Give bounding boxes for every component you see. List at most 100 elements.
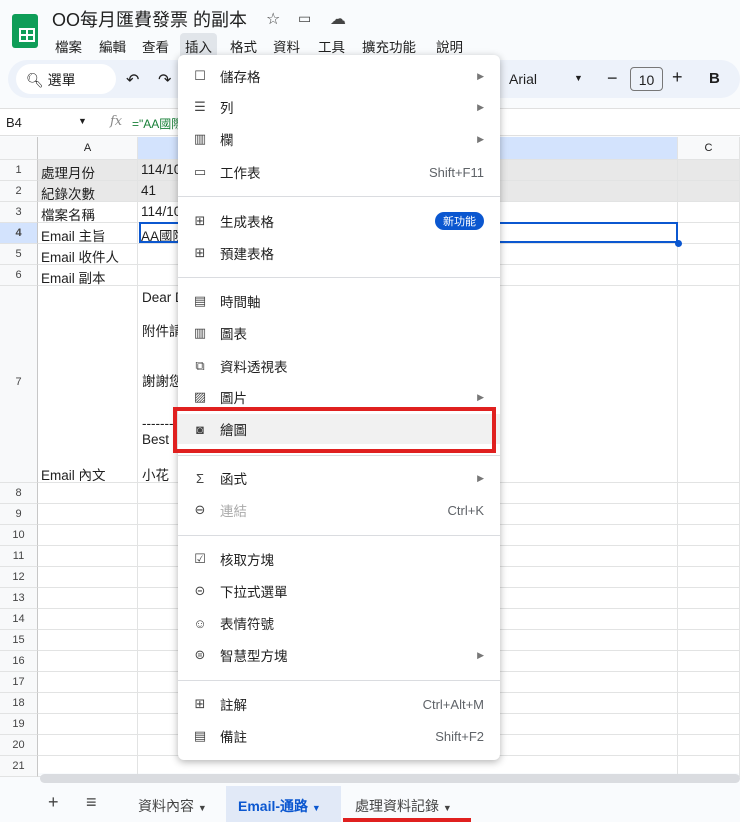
row-header[interactable]: 14 (0, 609, 38, 630)
cell-c[interactable] (678, 202, 740, 223)
menu-item-pivot[interactable]: ⧉ 資料透視表 (178, 351, 500, 381)
cell-a[interactable]: 檔案名稱 (38, 202, 138, 223)
font-dropdown-icon[interactable]: ▼ (574, 73, 583, 83)
decrease-font-button[interactable]: − (607, 68, 618, 89)
cell-c[interactable] (678, 181, 740, 202)
menu-search[interactable]: 🔍︎ 選單 (16, 64, 116, 94)
cloud-status-icon[interactable]: ☁ (330, 9, 346, 29)
cell-c[interactable] (678, 567, 740, 588)
column-header-a[interactable]: A (38, 137, 138, 160)
cell-a[interactable]: Email 收件人 (38, 244, 138, 265)
row-header[interactable]: 20 (0, 735, 38, 756)
menu-item-emoji[interactable]: ☺ 表情符號 (178, 608, 500, 638)
row-header[interactable]: 1 (0, 160, 38, 181)
menu-item-timeline[interactable]: ▤ 時間軸 (178, 286, 500, 316)
cell-a[interactable]: 紀錄次數 (38, 181, 138, 202)
document-title[interactable]: OO每月匯費發票 的副本 (52, 6, 247, 32)
menu-item-generate-table[interactable]: ⊞ 生成表格 新功能 (178, 206, 500, 236)
bold-button[interactable]: B (709, 70, 720, 87)
cell-a[interactable] (38, 525, 138, 546)
cell-a[interactable] (38, 693, 138, 714)
cell-a[interactable] (38, 630, 138, 651)
cell-c[interactable] (678, 546, 740, 567)
sheets-logo[interactable] (12, 14, 38, 48)
cell-c[interactable] (678, 714, 740, 735)
cell-c[interactable] (678, 651, 740, 672)
cell-c[interactable] (678, 483, 740, 504)
row-header[interactable]: 3 (0, 202, 38, 223)
menu-file[interactable]: 檔案 (50, 33, 87, 59)
cell-c[interactable] (678, 223, 740, 244)
cell-a[interactable] (38, 504, 138, 525)
cell-c[interactable] (678, 672, 740, 693)
cell-c[interactable] (678, 286, 740, 483)
name-box[interactable]: B4 (6, 115, 22, 130)
row-header[interactable]: 10 (0, 525, 38, 546)
menu-item-smart-chip[interactable]: ⊜ 智慧型方塊 ▶ (178, 640, 500, 670)
font-size-input[interactable]: 10 (630, 67, 663, 91)
cell-c[interactable] (678, 735, 740, 756)
row-header[interactable]: 4 (0, 223, 38, 244)
add-sheet-button[interactable]: + (36, 786, 71, 822)
row-header[interactable]: 18 (0, 693, 38, 714)
cell-a[interactable] (38, 483, 138, 504)
cell-c[interactable] (678, 244, 740, 265)
cell-a[interactable] (38, 672, 138, 693)
menu-item-table[interactable]: ⊞ 預建表格 (178, 238, 500, 268)
cell-a[interactable] (38, 546, 138, 567)
fill-handle[interactable] (675, 240, 682, 247)
cell-a[interactable] (38, 651, 138, 672)
cell-c[interactable] (678, 504, 740, 525)
row-header[interactable]: 6 (0, 265, 38, 286)
menu-view[interactable]: 查看 (137, 33, 174, 59)
menu-item-sheet[interactable]: ▭ 工作表 Shift+F11 (178, 157, 500, 187)
cell-c[interactable] (678, 588, 740, 609)
redo-icon[interactable]: ↷ (158, 70, 171, 90)
cell-a[interactable] (38, 588, 138, 609)
row-header[interactable]: 5 (0, 244, 38, 265)
cell-a[interactable] (38, 609, 138, 630)
cell-a[interactable] (38, 735, 138, 756)
cell-c[interactable] (678, 693, 740, 714)
column-header-c[interactable]: C (678, 137, 740, 160)
cell-c[interactable] (678, 160, 740, 181)
cell-a[interactable]: Email 副本 (38, 265, 138, 286)
cell-c[interactable] (678, 265, 740, 286)
row-header[interactable]: 16 (0, 651, 38, 672)
row-header[interactable]: 21 (0, 756, 38, 777)
move-folder-icon[interactable]: ▭ (298, 10, 311, 27)
menu-item-sigma[interactable]: Σ 函式 ▶ (178, 463, 500, 493)
menu-item-comment[interactable]: ⊞ 註解 Ctrl+Alt+M (178, 689, 500, 719)
menu-item-rows[interactable]: ☰ 列 ▶ (178, 92, 500, 122)
cell-a[interactable]: 處理月份 (38, 160, 138, 181)
formula-input[interactable]: ="AA國際 (132, 115, 183, 132)
menu-item-checkbox[interactable]: ☑ 核取方塊 (178, 544, 500, 574)
row-header[interactable]: 9 (0, 504, 38, 525)
sheet-tab-2-active[interactable]: Email-通路 ▼ (226, 786, 341, 822)
menu-item-columns[interactable]: ▥ 欄 ▶ (178, 124, 500, 154)
row-header[interactable]: 12 (0, 567, 38, 588)
row-header[interactable]: 2 (0, 181, 38, 202)
cell-c[interactable] (678, 609, 740, 630)
font-select[interactable]: Arial (509, 71, 537, 87)
row-header[interactable]: 8 (0, 483, 38, 504)
cell-a[interactable]: Email 內文 (38, 286, 138, 483)
menu-item-note[interactable]: ▤ 備註 Shift+F2 (178, 721, 500, 751)
cell-a[interactable] (38, 567, 138, 588)
cell-a[interactable] (38, 714, 138, 735)
increase-font-button[interactable]: + (672, 67, 683, 88)
row-header[interactable]: 17 (0, 672, 38, 693)
all-sheets-button[interactable]: ≡ (74, 786, 109, 822)
row-header[interactable]: 19 (0, 714, 38, 735)
cell-c[interactable] (678, 630, 740, 651)
menu-edit[interactable]: 編輯 (94, 33, 131, 59)
sheet-tab-3[interactable]: 處理資料記錄 ▼ (343, 786, 464, 822)
star-icon[interactable]: ☆ (266, 9, 280, 29)
menu-item-square[interactable]: ☐ 儲存格 ▶ (178, 61, 500, 91)
name-box-dropdown-icon[interactable]: ▼ (78, 116, 87, 126)
row-header[interactable]: 7 (0, 286, 38, 483)
horizontal-scrollbar[interactable] (40, 774, 740, 783)
menu-item-chart[interactable]: ▥ 圖表 (178, 318, 500, 348)
cell-c[interactable] (678, 525, 740, 546)
undo-icon[interactable]: ↶ (126, 70, 139, 90)
